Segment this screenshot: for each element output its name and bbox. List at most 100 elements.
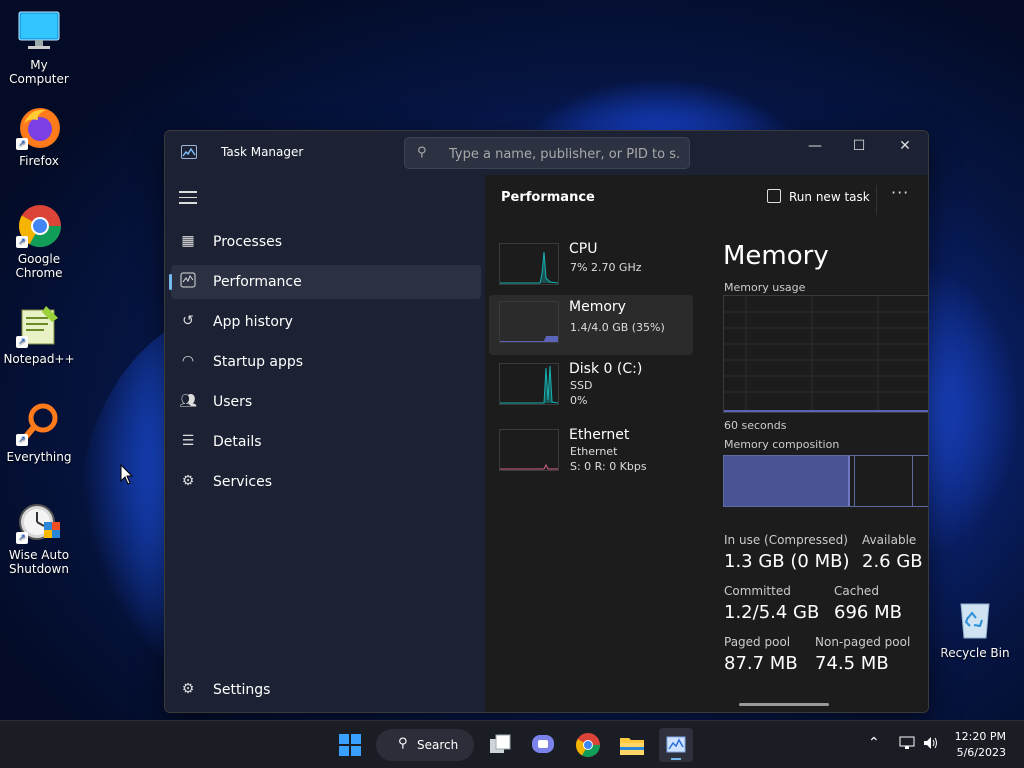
network-icon[interactable] bbox=[898, 735, 916, 755]
sidebar-item-settings[interactable]: ⚙ Settings bbox=[171, 673, 481, 707]
teams-chat-icon[interactable] bbox=[527, 729, 559, 761]
resource-detail: 7% 2.70 GHz bbox=[570, 261, 642, 274]
resource-name: Memory bbox=[569, 299, 626, 315]
more-options-button[interactable]: ··· bbox=[891, 183, 909, 202]
search-input[interactable] bbox=[449, 144, 679, 164]
desktop-icon-label: Google Chrome bbox=[15, 252, 63, 280]
startup-icon: ◠ bbox=[181, 353, 195, 369]
sidebar-item-details[interactable]: ☰ Details bbox=[171, 425, 481, 459]
window-title: Task Manager bbox=[221, 145, 304, 159]
task-manager-icon[interactable] bbox=[659, 728, 693, 762]
standby-segment bbox=[912, 456, 913, 506]
search-box[interactable]: ⚲ bbox=[404, 137, 690, 169]
resource-detail: SSD bbox=[570, 379, 593, 392]
windows-start-icon[interactable] bbox=[334, 729, 366, 761]
time-span-label: 60 seconds bbox=[724, 419, 787, 432]
volume-icon[interactable] bbox=[922, 735, 940, 755]
close-button[interactable]: ✕ bbox=[882, 131, 928, 161]
resource-card-cpu[interactable]: CPU 7% 2.70 GHz bbox=[489, 237, 693, 297]
sidebar-item-app-history[interactable]: ↺ App history bbox=[171, 305, 481, 339]
sidebar-item-performance[interactable]: Performance bbox=[169, 265, 481, 299]
run-task-icon bbox=[767, 189, 781, 203]
stat-label-non-paged-pool: Non-paged pool bbox=[815, 635, 911, 649]
chevron-up-icon[interactable]: ⌃ bbox=[868, 735, 880, 751]
resource-card-disk[interactable]: Disk 0 (C:) SSD 0% bbox=[489, 357, 693, 417]
in-use-segment bbox=[724, 456, 850, 506]
disk-sparkline bbox=[499, 363, 559, 405]
resource-card-ethernet[interactable]: Ethernet Ethernet S: 0 R: 0 Kbps bbox=[489, 423, 693, 483]
sidebar-item-users[interactable]: 👥︎ Users bbox=[171, 385, 481, 419]
file-explorer-icon[interactable] bbox=[616, 729, 648, 761]
system-clock[interactable]: 12:20 PM 5/6/2023 bbox=[955, 729, 1006, 761]
search-icon: ⚲ bbox=[417, 145, 427, 160]
desktop-icon-label: Recycle Bin bbox=[940, 646, 1010, 660]
details-icon: ☰ bbox=[181, 433, 195, 449]
hamburger-menu-icon[interactable] bbox=[179, 191, 197, 205]
resource-detail: Ethernet bbox=[570, 445, 618, 458]
stat-value-cached: 696 MB bbox=[834, 602, 902, 623]
desktop-icon-notepadpp[interactable]: ↗ Notepad++ bbox=[0, 302, 78, 366]
stat-value-committed: 1.2/5.4 GB bbox=[724, 602, 820, 623]
clock-time: 12:20 PM bbox=[954, 730, 1006, 743]
run-new-task-button[interactable]: Run new task bbox=[767, 189, 870, 204]
everything-icon: ↗ bbox=[16, 400, 62, 446]
resource-card-memory[interactable]: Memory 1.4/4.0 GB (35%) bbox=[489, 295, 693, 355]
settings-gear-icon: ⚙ bbox=[181, 681, 195, 697]
memory-sparkline bbox=[499, 301, 559, 343]
maximize-button[interactable]: ☐ bbox=[836, 131, 882, 161]
shortcut-arrow-icon: ↗ bbox=[16, 434, 28, 446]
processes-icon: ▦ bbox=[181, 233, 195, 249]
sidebar-item-label: Services bbox=[213, 474, 273, 490]
desktop-icon-everything[interactable]: ↗ Everything bbox=[0, 400, 78, 464]
page-title: Performance bbox=[501, 190, 595, 205]
search-icon: ⚲ bbox=[398, 736, 408, 751]
horizontal-scrollbar[interactable] bbox=[739, 703, 829, 706]
sidebar-item-label: Settings bbox=[213, 682, 271, 698]
sidebar-item-label: Users bbox=[213, 394, 253, 410]
desktop-icon-chrome[interactable]: ↗ Google Chrome bbox=[0, 202, 78, 280]
desktop-icon-label: Notepad++ bbox=[3, 352, 75, 366]
memory-heading: Memory bbox=[723, 241, 829, 271]
stat-label-paged-pool: Paged pool bbox=[724, 635, 791, 649]
firefox-icon: ↗ bbox=[16, 104, 62, 150]
ethernet-sparkline bbox=[499, 429, 559, 471]
sidebar-item-processes[interactable]: ▦ Processes bbox=[171, 225, 481, 259]
desktop-icon-label: Firefox bbox=[19, 154, 59, 168]
resource-name: CPU bbox=[569, 241, 598, 257]
desktop-icon-label: My Computer bbox=[9, 58, 69, 86]
recycle-bin-icon bbox=[952, 596, 998, 642]
chrome-icon[interactable] bbox=[572, 729, 604, 761]
resource-detail: 1.4/4.0 GB (35%) bbox=[570, 321, 665, 334]
performance-pane: Performance Run new task ··· CPU 7% 2.70… bbox=[485, 175, 928, 712]
desktop-icon-my-computer[interactable]: My Computer bbox=[0, 8, 78, 86]
taskbar-search-button[interactable]: ⚲ Search bbox=[376, 729, 474, 761]
resource-detail: 0% bbox=[570, 394, 588, 407]
desktop-icon-wise-auto-shutdown[interactable]: ↗ Wise Auto Shutdown bbox=[0, 498, 78, 576]
sidebar-item-startup-apps[interactable]: ◠ Startup apps bbox=[171, 345, 481, 379]
users-icon: 👥︎ bbox=[179, 393, 197, 409]
shortcut-arrow-icon: ↗ bbox=[16, 236, 28, 248]
stat-value-in-use: 1.3 GB (0 MB) bbox=[724, 551, 850, 572]
stat-value-non-paged-pool: 74.5 MB bbox=[815, 653, 889, 674]
resource-detail: S: 0 R: 0 Kbps bbox=[570, 460, 647, 473]
memory-composition-bar bbox=[723, 455, 928, 507]
sidebar-item-label: Startup apps bbox=[213, 354, 304, 370]
desktop-icon-label: Everything bbox=[6, 450, 72, 464]
clock-date: 5/6/2023 bbox=[956, 746, 1006, 759]
memory-usage-label: Memory usage bbox=[724, 281, 806, 294]
shortcut-arrow-icon: ↗ bbox=[16, 138, 28, 150]
sidebar-item-services[interactable]: ⚙ Services bbox=[171, 465, 481, 499]
taskbar: ⚲ Search ⌃ 12:20 PM 5/6/2023 bbox=[0, 720, 1024, 768]
title-bar[interactable]: Task Manager ⚲ — ☐ ✕ bbox=[165, 131, 928, 175]
task-view-icon[interactable] bbox=[484, 729, 516, 761]
resource-name: Ethernet bbox=[569, 427, 630, 443]
sidebar-item-label: Performance bbox=[213, 274, 302, 290]
desktop-icon-label: Wise Auto Shutdown bbox=[8, 548, 70, 576]
sidebar: ▦ Processes Performance ↺ App history ◠ … bbox=[165, 175, 485, 712]
desktop-icon-recycle-bin[interactable]: Recycle Bin bbox=[936, 596, 1014, 660]
minimize-button[interactable]: — bbox=[792, 131, 838, 161]
performance-icon bbox=[179, 272, 197, 290]
stat-label-available: Available bbox=[862, 533, 917, 547]
history-icon: ↺ bbox=[182, 313, 194, 329]
desktop-icon-firefox[interactable]: ↗ Firefox bbox=[0, 104, 78, 168]
